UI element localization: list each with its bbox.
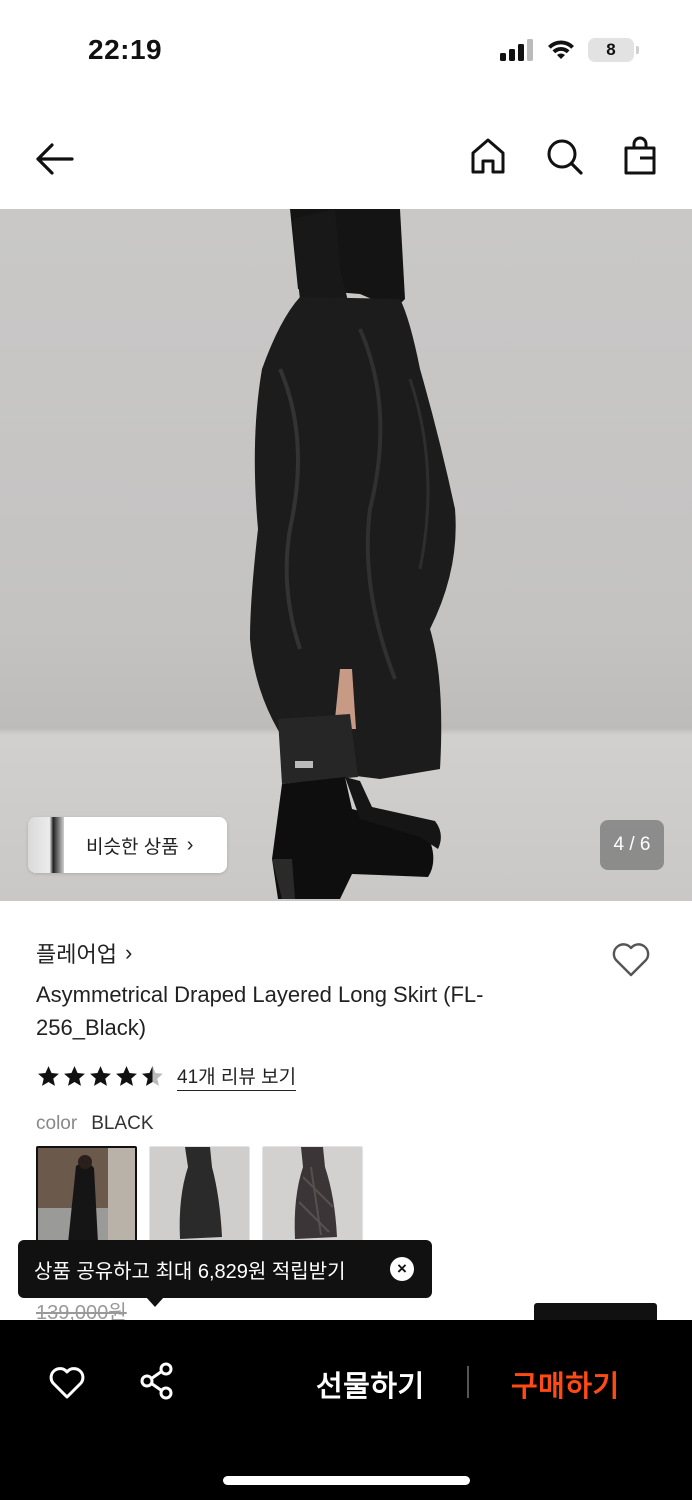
battery-level: 8 [606, 40, 616, 59]
half-star-icon [142, 1066, 163, 1086]
shopping-bag-icon[interactable] [618, 134, 662, 178]
star-icon [90, 1066, 111, 1086]
brand-link[interactable]: 플레어업 › [36, 937, 132, 969]
search-icon[interactable] [542, 134, 586, 178]
back-icon[interactable] [32, 136, 78, 182]
color-swatch[interactable] [262, 1146, 363, 1246]
swatch-thumbnail [263, 1147, 362, 1245]
share-reward-toast: 상품 공유하고 최대 6,829원 적립받기 × [18, 1240, 432, 1298]
status-icons: 8 [500, 38, 639, 62]
status-time: 22:19 [88, 34, 163, 65]
heart-icon[interactable] [608, 936, 654, 982]
home-indicator [223, 1476, 470, 1485]
color-row: color BLACK [36, 1113, 154, 1135]
bottom-action-bar: 선물하기 구매하기 [0, 1320, 692, 1500]
gift-button[interactable]: 선물하기 [316, 1363, 425, 1405]
swatch-thumbnail [38, 1148, 135, 1244]
toast-tail [146, 1297, 164, 1307]
similar-products-thumbnail [28, 817, 64, 873]
color-swatches [36, 1146, 363, 1246]
top-nav [0, 120, 692, 196]
buy-button[interactable]: 구매하기 [511, 1363, 620, 1405]
product-image-gallery[interactable]: 비슷한 상품 › 4 / 6 [0, 209, 692, 901]
divider [467, 1366, 469, 1398]
color-label: color [36, 1113, 78, 1134]
close-icon[interactable]: × [390, 1257, 414, 1281]
similar-products-button[interactable]: 비슷한 상품 › [28, 817, 227, 873]
home-icon[interactable] [466, 134, 510, 178]
battery-icon: 8 [588, 38, 639, 62]
brand-name: 플레어업 [36, 942, 117, 967]
swatch-thumbnail [150, 1147, 249, 1245]
product-photo [250, 209, 456, 899]
signal-icon [500, 39, 533, 61]
toast-message: 상품 공유하고 최대 6,829원 적립받기 [34, 1260, 346, 1283]
share-icon[interactable] [136, 1360, 178, 1402]
rating-row: 41개 리뷰 보기 [36, 1062, 297, 1091]
status-bar: 22:19 8 [0, 0, 692, 100]
heart-icon[interactable] [46, 1362, 88, 1404]
chevron-right-icon: › [124, 940, 133, 965]
color-value: BLACK [91, 1113, 154, 1134]
star-icon [38, 1066, 59, 1086]
wifi-icon [548, 40, 574, 59]
image-page-counter: 4 / 6 [600, 820, 664, 870]
chevron-right-icon: › [186, 833, 194, 856]
star-icon [64, 1066, 85, 1086]
color-swatch[interactable] [149, 1146, 250, 1246]
similar-products-label: 비슷한 상품 [86, 836, 179, 858]
reviews-link[interactable]: 41개 리뷰 보기 [177, 1062, 297, 1091]
star-rating [36, 1064, 165, 1089]
color-swatch[interactable] [36, 1146, 137, 1246]
nav-actions [466, 134, 662, 178]
star-icon [116, 1066, 137, 1086]
product-title: Asymmetrical Draped Layered Long Skirt (… [36, 982, 484, 1040]
